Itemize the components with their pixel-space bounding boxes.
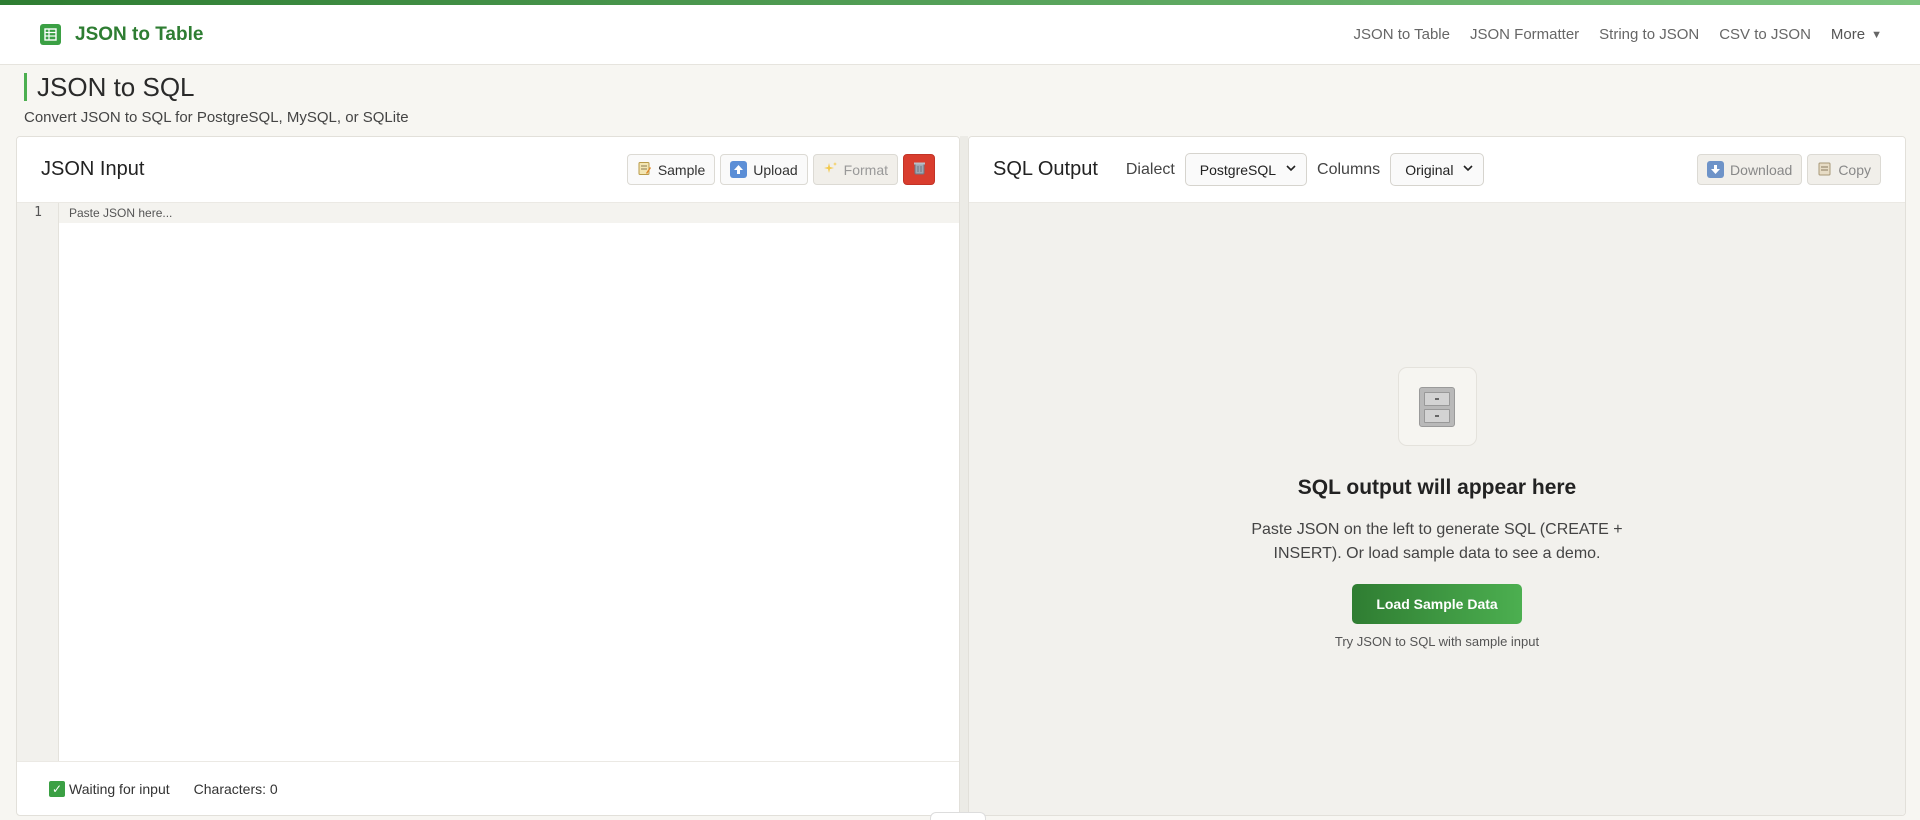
page-title: JSON to SQL [24,73,409,101]
editor-placeholder: Paste JSON here... [69,206,173,220]
brand-name: JSON to Table [75,23,204,45]
clipboard-icon [1817,161,1832,179]
status-indicator: ✓ Waiting for input [49,780,170,797]
clear-button[interactable] [903,154,935,185]
nav-link-json-to-table[interactable]: JSON to Table [1354,26,1450,43]
output-panel-header: SQL Output Dialect PostgreSQL Columns Or… [969,137,1905,203]
more-label: More [1830,26,1866,43]
upload-arrow-icon [730,161,748,178]
trash-icon [912,160,927,179]
dialect-label: Dialect [1125,160,1175,178]
empty-state: SQL output will appear here Paste JSON o… [969,367,1905,649]
chevron-down-icon [1286,164,1296,175]
download-label: Download [1730,161,1793,178]
download-arrow-icon [1707,161,1725,178]
sample-hint: Try JSON to SQL with sample input [1334,634,1540,649]
columns-select[interactable]: Original [1390,153,1485,186]
json-input-panel: JSON Input Sample Upload Format 1 Paste … [16,136,960,816]
panel-splitter[interactable] [960,136,968,816]
input-toolbar: Sample Upload Format [626,154,935,185]
nav-links: JSON to Table JSON Formatter String to J… [1354,26,1882,43]
sql-output-area: SQL output will appear here Paste JSON o… [969,203,1905,815]
empty-state-description: Paste JSON on the left to generate SQL (… [1251,521,1623,562]
download-button[interactable]: Download [1697,154,1803,185]
chevron-down-icon [1463,164,1474,175]
character-count: Characters: 0 [193,780,278,797]
input-panel-header: JSON Input Sample Upload Format [17,137,959,203]
output-toolbar: Download Copy [1697,154,1881,185]
line-gutter [17,203,59,761]
sample-button[interactable]: Sample [626,154,716,185]
dialect-select[interactable]: PostgreSQL [1184,153,1308,186]
columns-label: Columns [1317,160,1381,178]
dialect-value: PostgreSQL [1199,161,1277,178]
line-number: 1 [34,205,42,220]
memo-icon [637,161,652,179]
copy-button[interactable]: Copy [1807,154,1881,185]
more-menu[interactable]: More ▼ [1831,26,1882,43]
columns-value: Original [1405,161,1454,178]
page-header: JSON to SQL Convert JSON to SQL for Post… [24,73,409,126]
file-cabinet-icon [1397,367,1477,446]
format-button[interactable]: Format [812,154,898,185]
nav-link-csv-to-json[interactable]: CSV to JSON [1719,26,1811,43]
load-sample-data-button[interactable]: Load Sample Data [1352,584,1522,624]
empty-state-title: SQL output will appear here [1297,476,1577,499]
page-subtitle: Convert JSON to SQL for PostgreSQL, MySQ… [24,109,409,126]
input-panel-title: JSON Input [41,158,145,180]
upload-label: Upload [753,161,798,178]
format-label: Format [843,161,888,178]
sample-label: Sample [657,161,706,178]
status-text: Waiting for input [69,780,170,797]
copy-label: Copy [1838,161,1871,178]
navbar: JSON to Table JSON to Table JSON Formatt… [0,5,1920,65]
check-icon: ✓ [49,780,65,797]
output-panel-title: SQL Output [993,158,1098,180]
caret-down-icon: ▼ [1871,28,1882,41]
sql-output-panel: SQL Output Dialect PostgreSQL Columns Or… [968,136,1906,816]
json-editor[interactable]: 1 Paste JSON here... [17,203,959,761]
active-line-highlight [59,203,959,223]
sparkles-icon [823,161,838,179]
table-icon [40,24,61,45]
upload-button[interactable]: Upload [720,154,808,185]
input-status-bar: ✓ Waiting for input Characters: 0 [17,761,959,815]
nav-link-json-formatter[interactable]: JSON Formatter [1470,26,1579,43]
brand[interactable]: JSON to Table [40,24,203,46]
nav-link-string-to-json[interactable]: String to JSON [1599,26,1699,43]
bottom-drawer-handle[interactable] [930,812,986,820]
